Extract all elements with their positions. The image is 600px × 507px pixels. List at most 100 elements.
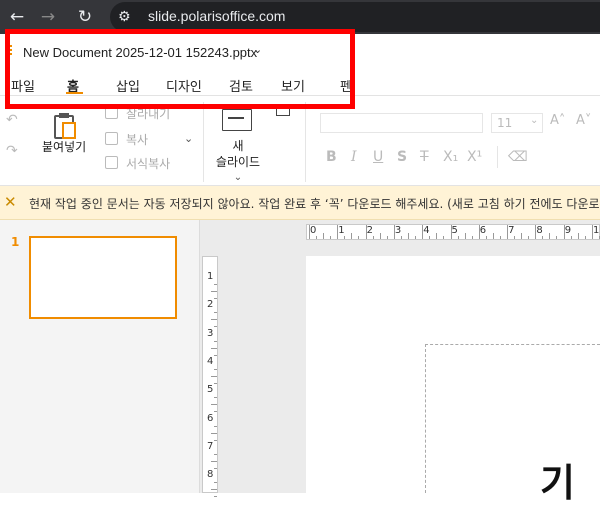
ruler-tick-label: 7 xyxy=(207,440,214,452)
slide-number: 1 xyxy=(11,235,20,249)
notice-text: 현재 작업 중인 문서는 자동 저장되지 않아요. 작업 완료 후 ‘꼭’ 다운… xyxy=(29,197,600,211)
ruler-tick xyxy=(577,233,579,239)
ruler-tick xyxy=(214,467,217,469)
ruler-tick-label: 3 xyxy=(394,225,402,236)
ruler-tick xyxy=(211,319,217,321)
ruler-tick xyxy=(316,236,317,239)
ruler-tick xyxy=(309,225,310,239)
ruler-tick xyxy=(592,225,593,239)
ruler-tick-label: 6 xyxy=(207,412,214,424)
ruler-tick xyxy=(214,453,217,455)
font-shrink-icon[interactable]: A˅ xyxy=(576,113,591,128)
redo-icon[interactable]: ↷ xyxy=(6,143,18,159)
ruler-tick xyxy=(214,340,217,342)
ruler-tick-label: 4 xyxy=(423,225,430,236)
ruler-tick-label: 6 xyxy=(479,225,487,236)
ruler-tick xyxy=(372,236,374,239)
paste-icon[interactable] xyxy=(52,113,78,141)
clear-format-icon[interactable]: ⌫ xyxy=(508,149,528,165)
slide-thumbnail-pane: 1 xyxy=(0,220,200,493)
bold-button[interactable]: B xyxy=(326,149,337,165)
ruler-tick xyxy=(211,375,217,377)
ruler-tick xyxy=(563,225,565,239)
slide-editor-canvas: 0 1 2 3 4 5 6 7 8 9 10 1 2 3 4 5 6 7 8 기 xyxy=(200,220,600,505)
ruler-tick xyxy=(211,432,217,434)
font-grow-icon[interactable]: A˄ xyxy=(550,113,565,128)
ruler-tick xyxy=(436,233,438,239)
ruler-tick xyxy=(214,439,217,441)
ruler-tick xyxy=(471,236,473,239)
ruler-tick-label: 2 xyxy=(366,225,373,236)
strikethrough-button[interactable]: T xyxy=(420,149,429,165)
ruler-tick-label: 4 xyxy=(207,355,214,367)
format-painter-icon[interactable] xyxy=(105,156,118,169)
ruler-tick xyxy=(407,233,409,239)
chevron-down-icon: ⌄ xyxy=(233,172,243,183)
copy-button[interactable]: 복사 xyxy=(126,131,148,148)
new-slide-icon[interactable] xyxy=(222,109,252,131)
ruler-tick xyxy=(351,233,353,239)
ruler-tick-label: 5 xyxy=(451,225,458,236)
underline-button[interactable]: U xyxy=(373,149,383,165)
chevron-down-icon: ⌄ xyxy=(530,115,539,126)
vertical-ruler: 1 2 3 4 5 6 7 8 xyxy=(202,256,218,498)
ruler-tick-label: 10 xyxy=(593,225,600,236)
ruler-tick-label: 1 xyxy=(338,225,345,236)
shadow-button[interactable]: S xyxy=(397,149,407,165)
copy-icon[interactable] xyxy=(105,132,118,145)
ruler-tick xyxy=(214,354,217,356)
chevron-down-icon[interactable]: ⌄ xyxy=(184,132,193,145)
ruler-tick xyxy=(337,225,339,239)
url-text[interactable]: slide.polarisoffice.com xyxy=(148,8,285,24)
ruler-tick xyxy=(214,397,217,399)
ribbon-divider xyxy=(203,102,204,182)
ruler-tick xyxy=(528,236,530,239)
ruler-tick-label: 3 xyxy=(207,327,214,339)
highlight-box xyxy=(5,29,355,109)
back-icon[interactable]: ← xyxy=(6,6,28,28)
ruler-tick xyxy=(584,236,586,239)
new-slide-button[interactable]: 새 슬라이드 ⌄ xyxy=(213,138,263,186)
new-slide-label-line1: 새 xyxy=(232,139,244,153)
site-settings-icon[interactable]: ⚙ xyxy=(118,9,131,25)
ruler-tick xyxy=(542,236,544,239)
ruler-tick xyxy=(214,482,217,484)
ruler-tick xyxy=(214,298,217,299)
ruler-tick xyxy=(492,233,494,239)
ruler-tick-label: 7 xyxy=(508,225,515,236)
ruler-tick xyxy=(214,326,217,328)
ruler-tick xyxy=(422,225,424,239)
ribbon-toolbar: ↶ ↷ 붙여넣기 잘라내기 복사 ⌄ 서식복사 새 슬라이드 ⌄ 11 ⌄ A˄… xyxy=(0,96,600,186)
slide-text[interactable]: 기 xyxy=(540,452,575,507)
ruler-tick xyxy=(214,312,217,314)
ruler-tick xyxy=(358,236,360,239)
slide-canvas[interactable]: 기 xyxy=(306,256,600,505)
ruler-tick xyxy=(556,236,558,239)
ruler-tick xyxy=(214,368,217,370)
paste-button-label[interactable]: 붙여넣기 xyxy=(42,138,86,155)
ruler-tick xyxy=(450,225,452,239)
undo-icon[interactable]: ↶ xyxy=(6,112,18,128)
subscript-button[interactable]: X₁ xyxy=(443,149,458,165)
ruler-tick-label: 8 xyxy=(207,469,214,481)
ruler-tick xyxy=(414,236,416,239)
ruler-tick xyxy=(214,382,217,384)
font-family-select[interactable] xyxy=(320,113,483,133)
ruler-tick xyxy=(535,225,537,239)
ruler-tick xyxy=(214,496,217,498)
italic-button[interactable]: I xyxy=(351,149,357,165)
forward-icon[interactable]: → xyxy=(37,6,59,28)
new-slide-label-line2: 슬라이드 xyxy=(215,155,261,169)
close-icon[interactable]: ✕ xyxy=(4,193,17,211)
ruler-tick xyxy=(478,225,480,239)
slide-thumbnail[interactable] xyxy=(29,236,177,319)
ruler-tick xyxy=(211,347,217,349)
ruler-tick xyxy=(211,489,217,491)
ruler-tick xyxy=(330,236,331,239)
ruler-tick xyxy=(464,233,466,239)
ruler-tick xyxy=(214,411,217,413)
ribbon-divider xyxy=(497,146,498,168)
reload-icon[interactable]: ↻ xyxy=(74,6,96,28)
superscript-button[interactable]: X¹ xyxy=(467,149,482,165)
format-painter-button[interactable]: 서식복사 xyxy=(126,155,170,172)
